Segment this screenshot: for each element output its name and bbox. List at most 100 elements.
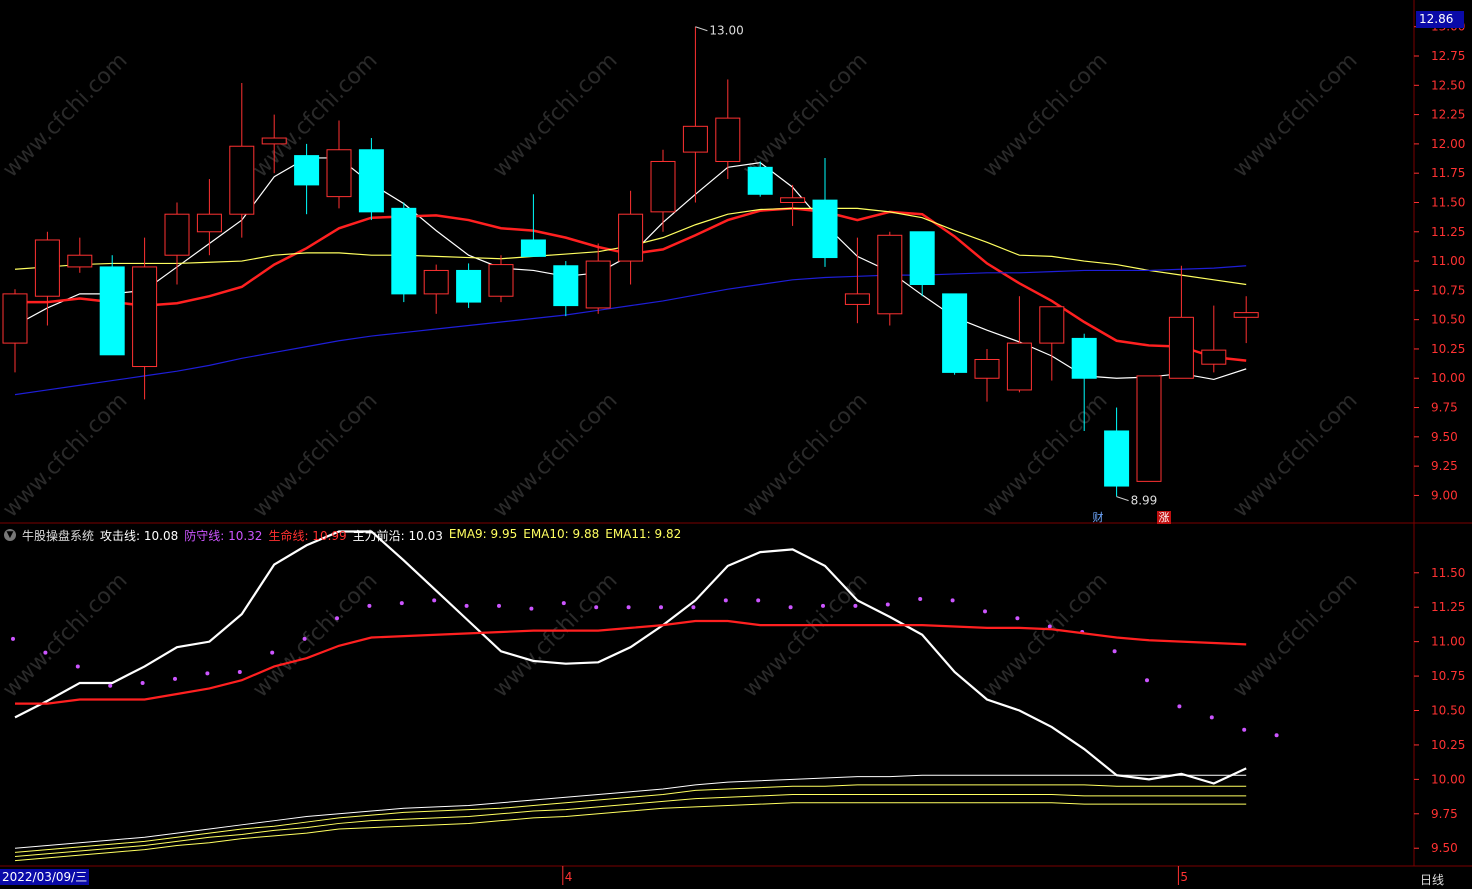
watermark-text: www.cfchi.com [488,48,622,182]
defense-dot [75,664,80,669]
y-tick-label: 10.00 [1431,371,1465,385]
legend-item-5: EMA10: 9.88 [523,526,600,541]
candle-body [164,213,190,256]
legend-item-0: 攻击线: 10.08 [100,528,179,543]
candle-body [196,213,222,233]
candle-body [1168,316,1194,379]
candle-body [1039,306,1065,344]
y-tick-label: 10.25 [1431,342,1465,356]
candle-body [2,293,28,344]
watermark-text: www.cfchi.com [488,388,622,522]
limit-up-badge[interactable]: 涨 [1157,511,1171,524]
defense-dot [594,605,599,610]
y-tick-label: 10.75 [1431,283,1465,297]
x-tick-label: 4 [565,870,573,884]
defense-dot [464,603,469,608]
defense-dot [11,636,15,641]
legend-item-6: EMA11: 9.82 [605,526,682,541]
defense-dot [43,650,48,655]
defense-dot [918,596,923,601]
candle-body [488,264,514,297]
y-tick-label: 10.75 [1431,669,1465,683]
defense-dot [691,605,696,610]
candle-body [877,234,903,315]
period-label[interactable]: 日线 [1420,871,1444,888]
y-tick-label: 9.50 [1431,430,1458,444]
indicator-values: 攻击线: 10.08 防守线: 10.32 生命线: 10.99 主力前沿: 10.0… [100,527,681,544]
finance-badge[interactable]: 财 [1091,511,1105,524]
candle-body [812,199,838,259]
y-tick-label: 10.50 [1431,313,1465,327]
indicator-legend: ▼ 牛股操盘系统 攻击线: 10.08 防守线: 10.32 生命线: 10.99 主… [4,526,681,544]
defense-dot [983,609,987,614]
defense-dot [950,598,955,603]
defense-dot [723,598,728,603]
chevron-down-icon[interactable]: ▼ [4,529,16,541]
y-tick-label: 10.25 [1431,738,1465,752]
candle-body [1104,430,1130,487]
y-tick-label: 11.50 [1431,195,1465,209]
y-tick-label: 11.50 [1431,566,1465,580]
candle-body [520,239,546,257]
watermark-text: www.cfchi.com [248,568,382,702]
defense-dot [205,671,210,676]
watermark-text: www.cfchi.com [488,568,622,702]
defense-dot [1047,624,1052,629]
y-tick-label: 11.00 [1431,254,1465,268]
y-tick-label: 9.50 [1431,841,1458,855]
legend-item-3: 主力前沿: 10.03 [352,528,443,543]
watermark-text: www.cfchi.com [0,388,133,522]
defense-dot [367,603,372,608]
watermark-text: www.cfchi.com [978,48,1112,182]
candle-body [1006,342,1032,391]
defense-dot [529,606,534,611]
candle-body [34,239,60,297]
watermark-text: www.cfchi.com [738,568,872,702]
current-price-tag: 12.86 [1416,11,1464,28]
candle-body [229,145,255,215]
defense-dot [173,676,177,681]
defense-dot [1242,727,1247,732]
defense-dot [1112,649,1117,654]
candle-body [326,149,352,198]
defense-dot [108,683,113,688]
candle-body [553,265,579,307]
indicator-line-5 [14,794,1247,857]
defense-dot [853,603,858,608]
defense-dot [1209,715,1214,720]
defense-dot [788,605,793,610]
candle-body [67,254,93,268]
defense-dot [237,669,242,674]
defense-dot [821,603,825,608]
y-tick-label: 9.75 [1431,401,1458,415]
defense-dot [140,680,145,685]
y-tick-label: 11.25 [1431,600,1465,614]
candle-body [99,266,125,356]
candle-body [132,266,158,368]
extreme-pointer [1116,496,1129,502]
candle-body [423,269,449,295]
watermark-text: www.cfchi.com [978,388,1112,522]
defense-dot [659,605,663,610]
kline-chart[interactable]: www.cfchi.com www.cfchi.com www.cfchi.com w… [0,0,1472,889]
defense-dot [561,601,566,606]
candle-body [780,197,806,203]
candle-body [1201,349,1227,365]
candle-body [909,231,935,286]
candle-body [1233,312,1259,318]
y-tick-label: 11.00 [1431,635,1465,649]
y-tick-label: 9.25 [1431,459,1458,473]
y-tick-label: 9.75 [1431,807,1458,821]
defense-dot [399,601,404,606]
candle-body [358,149,384,213]
legend-item-4: EMA9: 9.95 [448,526,518,541]
defense-dot [626,605,631,610]
indicator-line-6 [14,802,1247,862]
watermark-text: www.cfchi.com [738,388,872,522]
y-tick-label: 12.50 [1431,78,1465,92]
candle-body [747,166,773,195]
extreme-label: 8.99 [1131,494,1158,508]
defense-dot [756,598,761,603]
y-tick-label: 9.00 [1431,488,1458,502]
watermark-text: www.cfchi.com [0,48,133,182]
